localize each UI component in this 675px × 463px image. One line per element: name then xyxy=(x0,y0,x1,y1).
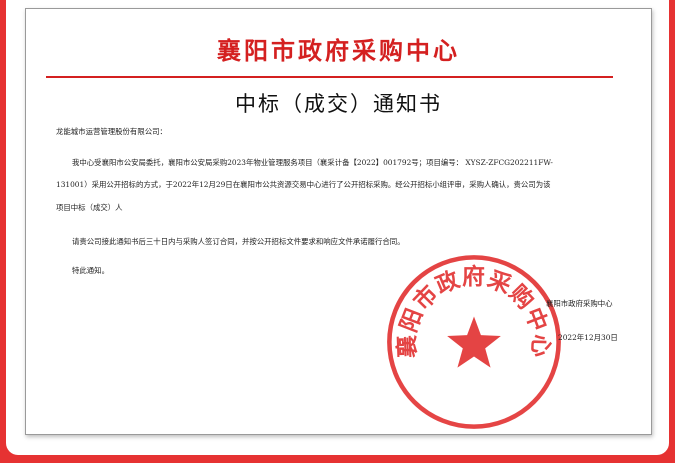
title-divider xyxy=(46,76,613,78)
signature-date: 2022年12月30日 xyxy=(558,333,618,342)
document-title: 中标（成交）通知书 xyxy=(235,92,442,116)
official-seal-stamp: 襄阳市政府采购中心 xyxy=(387,255,561,429)
closing-line: 特此通知。 xyxy=(72,266,109,275)
seal-star-icon xyxy=(447,316,501,368)
signature-org: 襄阳市政府采购中心 xyxy=(546,299,613,308)
recipient-line: 龙能城市运营管理股份有限公司： xyxy=(56,127,167,136)
instruction-line: 请贵公司接此通知书后三十日内与采购人签订合同，并按公开招标文件要求和响应文件承诺… xyxy=(72,237,405,246)
org-title: 襄阳市政府采购中心 xyxy=(217,36,460,65)
body-line-3: 项目中标（成交）人 xyxy=(56,203,123,212)
body-line-1: 我中心受襄阳市公安局委托，襄阳市公安局采购2023年物业管理服务项目（襄采计备【… xyxy=(72,158,553,167)
body-line-2: 131001）采用公开招标的方式，于2022年12月29日在襄阳市公共资源交易中… xyxy=(56,180,551,189)
notice-document: 襄阳市政府采购中心 中标（成交）通知书 龙能城市运营管理股份有限公司： 我中心受… xyxy=(25,8,652,435)
